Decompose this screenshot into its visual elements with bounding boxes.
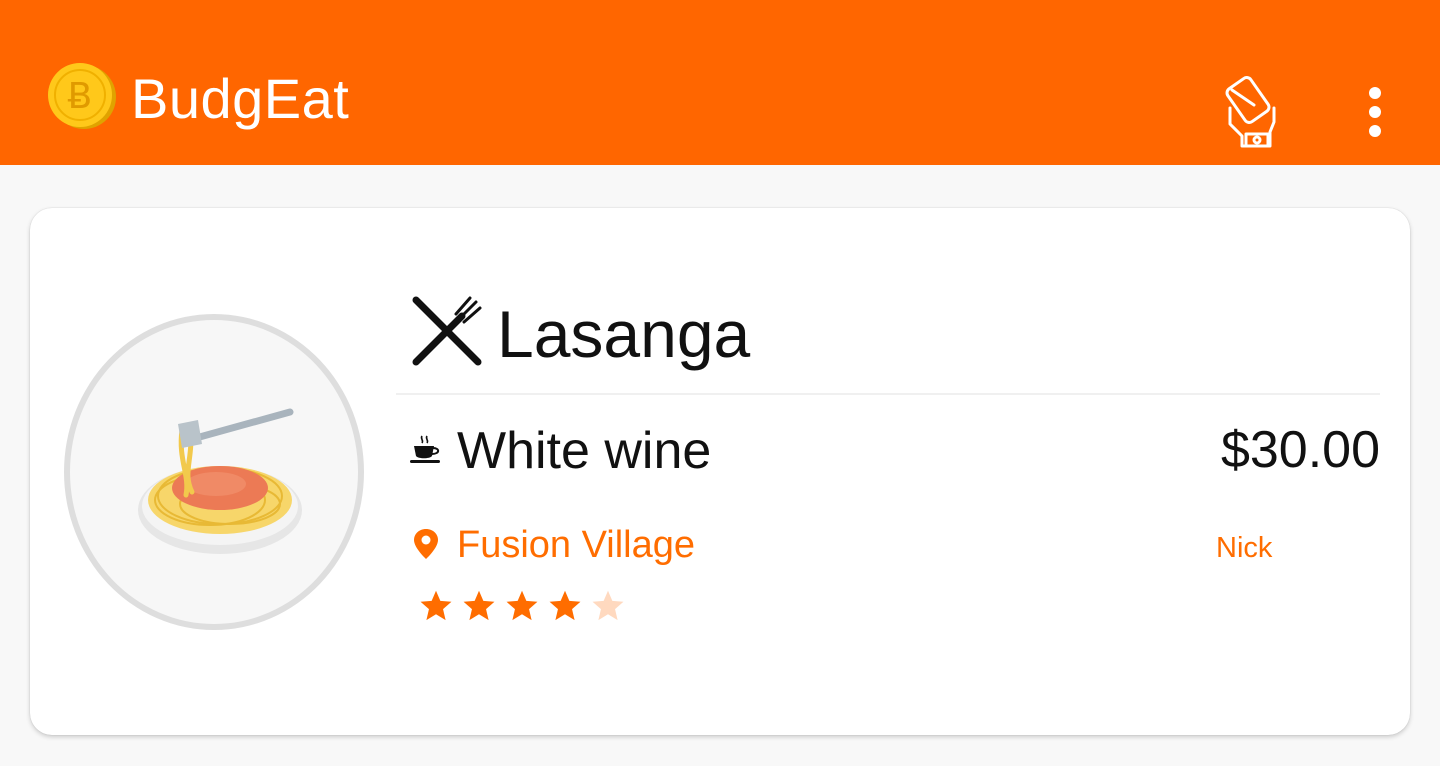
price: $30.00 [1220, 421, 1380, 479]
app-bar: Ƀ BudgEat [0, 0, 1440, 165]
rating-stars [418, 588, 626, 624]
star-filled-icon [549, 590, 581, 621]
wallet-hand-icon [1225, 76, 1276, 148]
dish-name: Lasanga [497, 297, 751, 371]
divider [396, 393, 1380, 395]
spaghetti-icon [138, 408, 302, 554]
star-filled-icon [420, 590, 452, 621]
meal-card[interactable]: Lasanga White wine $30.00 Fusion Village… [30, 208, 1410, 735]
cutlery-icon [412, 296, 482, 366]
star-empty-icon [592, 590, 624, 621]
more-vert-icon [1369, 87, 1381, 99]
star-filled-icon [506, 590, 538, 621]
place-name: Fusion Village [457, 524, 696, 566]
cup-icon [410, 435, 440, 463]
drink-name: White wine [457, 422, 712, 480]
star-filled-icon [463, 590, 495, 621]
wallet-button[interactable] [1212, 72, 1288, 152]
svg-text:Ƀ: Ƀ [68, 76, 93, 117]
coin-icon: Ƀ [46, 60, 118, 132]
meal-image [64, 314, 364, 630]
more-options-button[interactable] [1352, 80, 1398, 144]
author-name[interactable]: Nick [1216, 530, 1272, 566]
app-title: BudgEat [131, 67, 350, 130]
location-pin-icon [414, 529, 438, 559]
